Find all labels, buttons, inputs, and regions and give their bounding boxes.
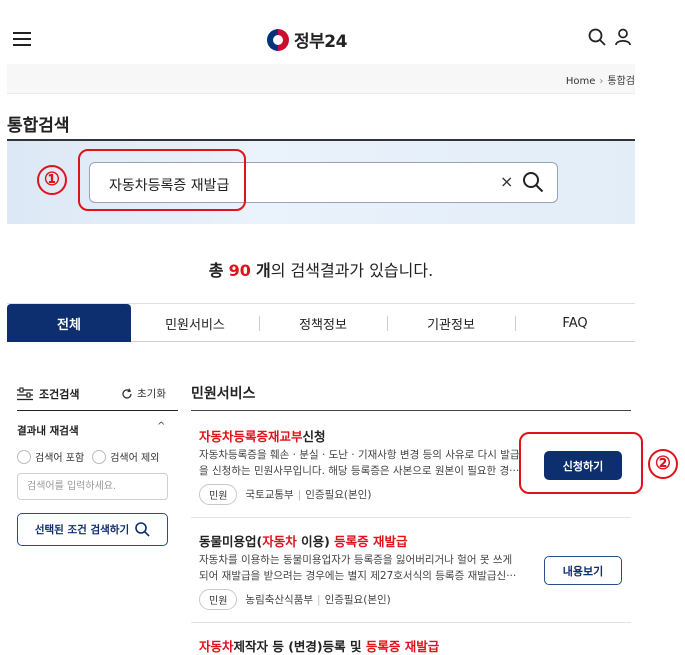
meta-divider: |: [297, 488, 302, 501]
result-item: 자동차제작자 등 (변경)등록 및 등록증 재발급: [191, 636, 631, 655]
annotation-number-2: ②: [648, 449, 678, 479]
search-icon: [135, 522, 150, 537]
research-keyword-input[interactable]: [17, 473, 168, 500]
chevron-right-icon: ›: [599, 76, 604, 87]
result-title-highlight: 자동차: [262, 534, 297, 549]
radio-circle-icon: [17, 449, 31, 464]
tab-civil-service[interactable]: 민원서비스: [131, 304, 259, 342]
radio-include[interactable]: 검색어 포함: [17, 449, 84, 464]
sliders-icon: [17, 387, 33, 401]
reset-label: 초기화: [137, 388, 166, 400]
breadcrumb: Home › 통합검: [566, 72, 635, 87]
page-title: 통합검색: [7, 116, 70, 136]
result-item: 동물미용업(자동차 이용) 등록증 재발급 자동차를 이용하는 동물미용업자가 …: [191, 531, 631, 623]
apply-filter-button[interactable]: 선택된 조건 검색하기: [17, 513, 168, 546]
result-meta: 민원 농림축산식품부 | 인증필요(본인): [199, 589, 391, 610]
search-submit-icon[interactable]: [522, 171, 544, 193]
summary-unit: 개: [255, 261, 271, 280]
radio-exclude[interactable]: 검색어 제외: [92, 449, 159, 464]
annotation-highlight-apply: [519, 432, 643, 494]
result-desc-line: 자동차등록증을 훼손 · 분실 · 도난 · 기재사항 변경 등의 사유로 다시…: [199, 449, 520, 461]
research-options: 검색어 포함 검색어 제외: [17, 449, 159, 464]
result-title-highlight: 등록증 재발급: [365, 639, 440, 654]
result-description: 자동차등록증을 훼손 · 분실 · 도난 · 기재사항 변경 등의 사유로 다시…: [199, 447, 525, 479]
result-title[interactable]: 동물미용업(자동차 이용) 등록증 재발급: [199, 531, 408, 550]
clear-icon[interactable]: ×: [500, 172, 513, 191]
annotation-highlight-search: [78, 149, 246, 211]
research-title: 결과내 재검색: [17, 425, 79, 437]
meta-divider: |: [317, 593, 321, 606]
logo-text: 정부24: [294, 32, 347, 52]
filter-title: 조건검색: [39, 388, 80, 401]
category-badge: 민원: [199, 589, 238, 610]
taegeuk-logo-icon: [267, 28, 289, 51]
view-details-button[interactable]: 내용보기: [544, 556, 622, 585]
chevron-up-icon[interactable]: ^: [157, 421, 165, 432]
radio-include-label: 검색어 포함: [35, 453, 85, 464]
result-title-highlight: 등록증 재발급: [334, 534, 408, 549]
result-title-part: 이용): [296, 534, 335, 549]
search-icon[interactable]: [588, 28, 606, 46]
result-desc-line: 을 신청하는 민원사무입니다. 해당 등록증은 사본으로 원본이 필요한 경··…: [199, 465, 520, 477]
result-tabs: 전체 민원서비스 정책정보 기관정보 FAQ: [7, 303, 635, 342]
tab-policy[interactable]: 정책정보: [259, 304, 387, 342]
result-title[interactable]: 자동차등록증재교부신청: [199, 426, 326, 445]
result-title-part: 동물미용업(: [199, 534, 263, 549]
result-summary: 총 90 개의 검색결과가 있습니다.: [7, 257, 635, 281]
result-description: 자동차를 이용하는 동물미용업자가 등록증을 잃어버리거나 헐어 못 쓰게 되어…: [199, 552, 525, 584]
result-auth: 인증필요(본인): [324, 594, 391, 606]
result-title-highlight: 자동차: [199, 639, 234, 654]
logo[interactable]: 정부24: [267, 27, 347, 52]
result-meta: 민원 국토교통부 | 인증필요(본인): [199, 484, 371, 505]
radio-exclude-label: 검색어 제외: [110, 453, 160, 464]
apply-filter-label: 선택된 조건 검색하기: [34, 524, 130, 536]
user-icon[interactable]: [614, 28, 632, 46]
radio-circle-icon: [92, 449, 107, 464]
hamburger-menu-icon[interactable]: [13, 32, 31, 46]
annotation-number-1: ①: [37, 165, 67, 195]
tab-faq[interactable]: FAQ: [515, 304, 635, 342]
breadcrumb-current: 통합검: [607, 76, 635, 87]
tab-agency[interactable]: 기관정보: [387, 304, 515, 342]
result-count: 90: [228, 261, 251, 280]
tab-all[interactable]: 전체: [7, 304, 131, 342]
page: 정부24 Home › 통합검 통합검색 자동차등록증 재발급 × ① 총 90 개…: [7, 0, 635, 655]
result-title-highlight: 자동차등록증재교부: [199, 429, 303, 444]
breadcrumb-home[interactable]: Home: [566, 76, 596, 87]
summary-prefix: 총: [208, 261, 224, 280]
refresh-icon: [122, 388, 132, 399]
section-divider: [191, 410, 631, 411]
category-badge: 민원: [199, 484, 238, 505]
result-title-rest: 신청: [302, 429, 326, 444]
result-org: 농림축산식품부: [245, 594, 314, 606]
breadcrumb-bar: Home › 통합검: [7, 64, 635, 94]
result-auth: 인증필요(본인): [305, 489, 372, 501]
section-title: 민원서비스: [191, 386, 256, 402]
reset-button[interactable]: 초기화: [121, 386, 166, 401]
result-title[interactable]: 자동차제작자 등 (변경)등록 및 등록증 재발급: [199, 636, 439, 655]
result-desc-line: 되어 재발급을 받으려는 경우에는 별지 제27호서식의 등록증 재발급신···: [199, 570, 517, 582]
result-title-part: 제작자 등 (변경)등록 및: [233, 639, 366, 654]
summary-suffix: 의 검색결과가 있습니다.: [270, 261, 434, 280]
result-desc-line: 자동차를 이용하는 동물미용업자가 등록증을 잃어버리거나 헐어 못 쓰게: [199, 554, 513, 566]
filter-divider: [17, 410, 178, 411]
result-org: 국토교통부: [245, 489, 294, 501]
filter-header: 조건검색: [17, 386, 79, 402]
